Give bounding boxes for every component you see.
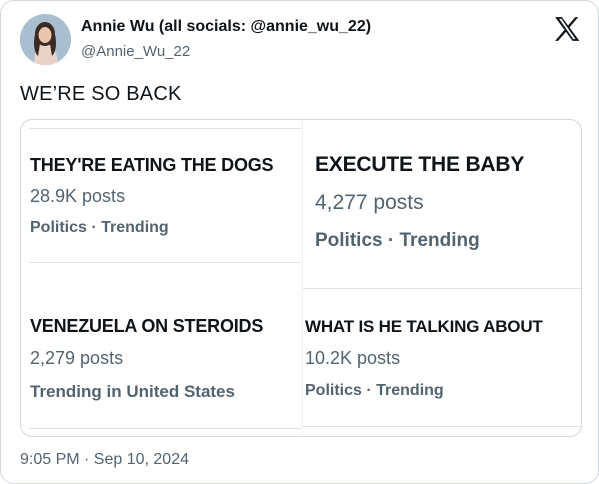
trend-post-count: 10.2K posts <box>305 348 401 368</box>
trend-title: THEY'RE EATING THE DOGS <box>30 155 274 175</box>
tweet-timestamp[interactable]: 9:05 PM · Sep 10, 2024 <box>20 451 189 469</box>
trend-post-count: 28.9K posts <box>30 186 126 206</box>
avatar[interactable] <box>20 14 71 65</box>
trend-title: WHAT IS HE TALKING ABOUT <box>305 317 543 336</box>
trend-category: Politics · Trending <box>305 382 444 399</box>
author-handle[interactable]: @Annie_Wu_22 <box>81 43 190 60</box>
trend-post-count: 4,277 posts <box>315 191 424 214</box>
x-logo-icon[interactable] <box>554 17 580 41</box>
trend-post-count: 2,279 posts <box>30 348 124 368</box>
trend-item[interactable]: VENEZUELA ON STEROIDS 2,279 posts Trendi… <box>21 278 302 436</box>
trend-item[interactable]: EXECUTE THE BABY 4,277 posts Politics · … <box>303 120 581 288</box>
tweet-image[interactable]: THEY'RE EATING THE DOGS 28.9K posts Poli… <box>20 119 582 437</box>
avatar-photo <box>20 14 71 65</box>
trend-category: Politics · Trending <box>30 219 169 236</box>
trend-item[interactable]: THEY'RE EATING THE DOGS 28.9K posts Poli… <box>21 120 302 278</box>
tweet-text: WE’RE SO BACK <box>20 83 182 105</box>
trend-title: EXECUTE THE BABY <box>315 153 525 176</box>
tweet-card[interactable]: Annie Wu (all socials: @annie_wu_22) @An… <box>0 0 599 484</box>
trend-category: Politics · Trending <box>315 230 480 251</box>
trend-category: Trending in United States <box>30 382 235 401</box>
author-display-name[interactable]: Annie Wu (all socials: @annie_wu_22) <box>81 18 371 36</box>
trend-title: VENEZUELA ON STEROIDS <box>30 316 264 336</box>
trend-item[interactable]: WHAT IS HE TALKING ABOUT 10.2K posts Pol… <box>303 288 581 436</box>
